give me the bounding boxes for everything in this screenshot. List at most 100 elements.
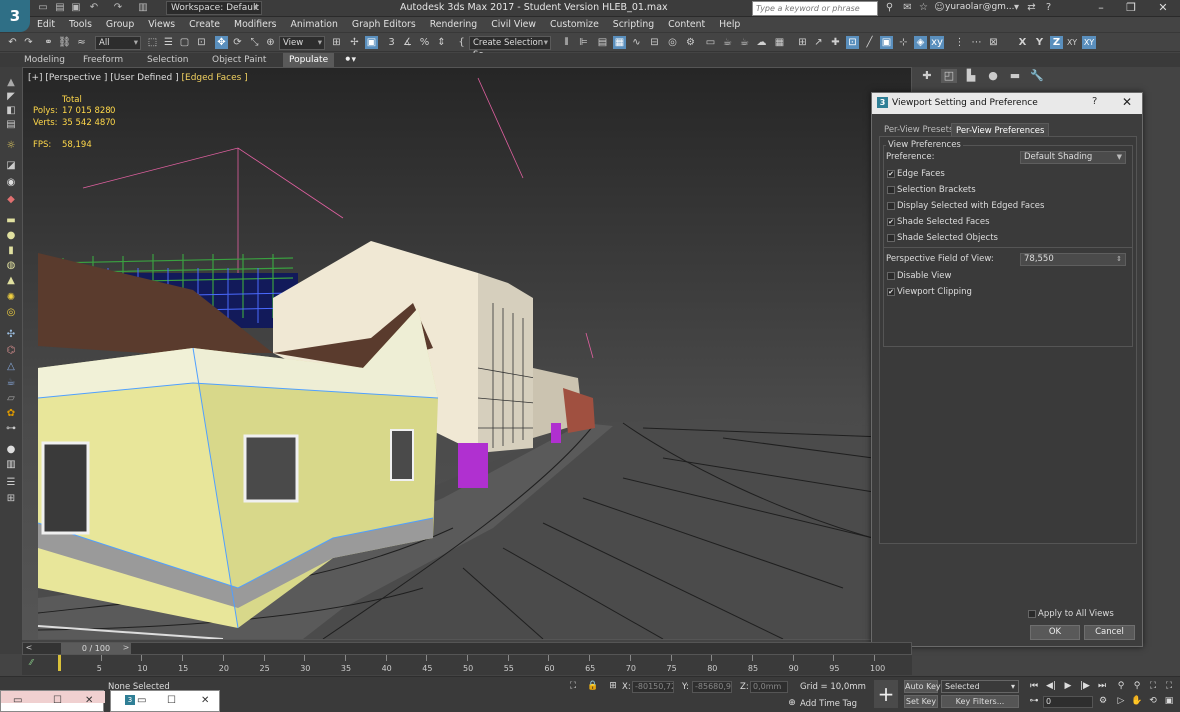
save-icon[interactable]: ▣ <box>69 2 83 15</box>
go-to-end-icon[interactable]: ⏭ <box>1096 680 1108 692</box>
select-icon[interactable]: ◤ <box>4 91 18 103</box>
project-folder-icon[interactable]: ▥ <box>136 2 150 15</box>
edit-named-selection-icon[interactable]: { <box>455 36 468 49</box>
undo-icon[interactable]: ↶ <box>87 2 101 15</box>
layers-icon[interactable]: ☰ <box>4 477 18 489</box>
reference-coordinate-dropdown[interactable]: View ▾ <box>279 36 325 50</box>
sphere-icon[interactable]: ● <box>4 230 18 242</box>
chevron-left-icon[interactable]: < <box>23 643 35 654</box>
hierarchy-icon[interactable]: ⊶ <box>4 423 18 435</box>
time-slider[interactable]: 0 / 100 < > <box>22 642 912 655</box>
snap-xy-icon[interactable]: xy <box>930 36 944 49</box>
pyramid-icon[interactable]: △ <box>4 361 18 373</box>
tab-freeform[interactable]: Freeform <box>83 53 123 67</box>
chevron-right-icon[interactable]: > <box>120 643 132 654</box>
track-bar[interactable]: ⁄⁄ 5 10 15 20 25 30 35 40 45 50 55 60 65 70 75 80 85 90 95… <box>22 655 912 675</box>
menu-graph-editors[interactable]: Graph Editors <box>345 19 423 30</box>
teapot-icon[interactable]: ☕ <box>4 377 18 389</box>
display-selected-edged-checkbox[interactable] <box>887 202 895 210</box>
time-tag-icon[interactable]: ⊕ <box>786 697 798 709</box>
tube-icon[interactable]: ⌬ <box>4 345 18 357</box>
taskbar-thumbnail-1[interactable]: ▭ ☐ ✕ <box>0 690 105 712</box>
minimize-button[interactable]: – <box>1086 0 1116 17</box>
pivot-center-icon[interactable]: ⊞ <box>330 36 343 49</box>
apply-to-all-views-checkbox[interactable] <box>1028 610 1036 618</box>
create-panel-icon[interactable]: ✚ <box>919 69 935 83</box>
x-coordinate-field[interactable]: -80150,72 <box>632 681 674 693</box>
disable-view-checkbox[interactable] <box>887 272 895 280</box>
menu-modifiers[interactable]: Modifiers <box>227 19 283 30</box>
geosphere-icon[interactable]: ◎ <box>4 307 18 319</box>
axis-xy-button[interactable]: XY <box>1064 36 1080 49</box>
chevron-down-icon[interactable]: ▾ <box>1010 2 1023 15</box>
set-key-button[interactable]: Set Key <box>904 695 938 708</box>
tab-object-paint[interactable]: Object Paint <box>212 53 266 67</box>
dialog-help-button[interactable]: ? <box>1092 96 1097 107</box>
dialog-close-button[interactable]: ✕ <box>1122 95 1132 109</box>
y-coordinate-field[interactable]: -85680,96 <box>692 681 732 693</box>
snap-edge-icon[interactable]: ╱ <box>863 36 876 49</box>
menu-tools[interactable]: Tools <box>62 19 99 30</box>
camera-icon[interactable]: ◉ <box>4 177 18 189</box>
render-production-icon[interactable]: ☕ <box>721 36 734 49</box>
display-icon[interactable]: ▥ <box>4 459 18 471</box>
select-object-icon[interactable]: ⬚ <box>146 36 159 49</box>
maximize-button[interactable]: ❐ <box>1116 0 1146 17</box>
go-to-start-icon[interactable]: ⏮ <box>1028 680 1040 692</box>
close-icon[interactable]: ✕ <box>201 695 209 706</box>
isolate-icon[interactable]: ● <box>4 444 18 456</box>
box-icon[interactable]: ▬ <box>4 215 18 227</box>
axis-y-button[interactable]: Y <box>1033 36 1046 49</box>
render-setup-icon[interactable]: ⚙ <box>684 36 697 49</box>
zoom-extents-icon[interactable]: ⛶ <box>1147 680 1159 692</box>
track-bar-icon[interactable]: ⁄⁄ <box>30 658 33 667</box>
named-selection-set-dropdown[interactable]: Create Selection Se▾ <box>469 36 551 60</box>
select-and-place-icon[interactable]: ⊕ <box>264 36 277 49</box>
clone-align-icon[interactable]: ⊠ <box>987 36 1000 49</box>
next-frame-icon[interactable]: |▶ <box>1079 680 1091 692</box>
window-crossing-icon[interactable]: ⊡ <box>195 36 208 49</box>
snap-vertex-icon[interactable]: ✚ <box>829 36 842 49</box>
snap-center-face-icon[interactable]: ◈ <box>914 36 927 49</box>
close-icon[interactable]: ✕ <box>85 695 93 706</box>
hierarchy-panel-icon[interactable]: ▙ <box>963 69 979 83</box>
tab-per-view-presets[interactable]: Per-View Presets <box>880 123 957 137</box>
snap-face-icon[interactable]: ▣ <box>880 36 893 49</box>
search-icon[interactable]: ⚲ <box>883 2 896 15</box>
key-mode-dropdown[interactable]: Selected ▾ <box>941 680 1019 693</box>
utilities-panel-icon[interactable]: 🔧 <box>1029 69 1045 83</box>
a360-gallery-icon[interactable]: ▦ <box>773 36 786 49</box>
tab-modeling[interactable]: Modeling <box>24 53 65 67</box>
restore-icon[interactable]: ☐ <box>53 695 62 706</box>
array-icon[interactable]: ⋮ <box>953 36 966 49</box>
maximize-viewport-icon[interactable]: ▣ <box>1163 695 1175 707</box>
select-and-manipulate-icon[interactable]: ✢ <box>348 36 361 49</box>
system-icon[interactable]: ✿ <box>4 408 18 420</box>
menu-animation[interactable]: Animation <box>283 19 344 30</box>
toggle-ribbon-icon[interactable]: ▦ <box>613 36 626 49</box>
rectangular-selection-icon[interactable]: ▢ <box>178 36 191 49</box>
taskbar-thumbnail-2[interactable]: 3 ▭ ☐ ✕ <box>110 690 220 712</box>
favorites-icon[interactable]: ☆ <box>917 2 930 15</box>
snaps-toggle-icon[interactable]: 3 <box>385 36 398 49</box>
pin-icon[interactable]: ▲ <box>4 77 18 89</box>
edge-faces-checkbox[interactable]: ✔ <box>887 170 895 178</box>
add-time-tag[interactable]: Add Time Tag <box>800 699 857 709</box>
snap-pivot-icon[interactable]: ↗ <box>812 36 825 49</box>
menu-scripting[interactable]: Scripting <box>606 19 661 30</box>
region-icon[interactable]: ◧ <box>4 105 18 117</box>
fov-spinner[interactable]: 78,550 ⇕ <box>1020 253 1126 266</box>
display-panel-icon[interactable]: ▬ <box>1007 69 1023 83</box>
viewport-clipping-checkbox[interactable]: ✔ <box>887 288 895 296</box>
ok-button[interactable]: OK <box>1030 625 1080 640</box>
help-icon[interactable]: ? <box>1042 2 1055 15</box>
axis-z-button[interactable]: Z <box>1050 36 1063 49</box>
snaps-grid-icon[interactable]: ⊞ <box>796 36 809 49</box>
material-editor-icon[interactable]: ◎ <box>666 36 679 49</box>
ribbon-toggle-icon[interactable]: ⚫▾ <box>344 53 356 67</box>
scene-icon[interactable]: ◪ <box>4 160 18 172</box>
layer-icon[interactable]: ▤ <box>4 119 18 131</box>
angle-snap-icon[interactable]: ∡ <box>401 36 414 49</box>
open-icon[interactable]: ▤ <box>53 2 67 15</box>
sun-icon[interactable]: ✺ <box>4 292 18 304</box>
